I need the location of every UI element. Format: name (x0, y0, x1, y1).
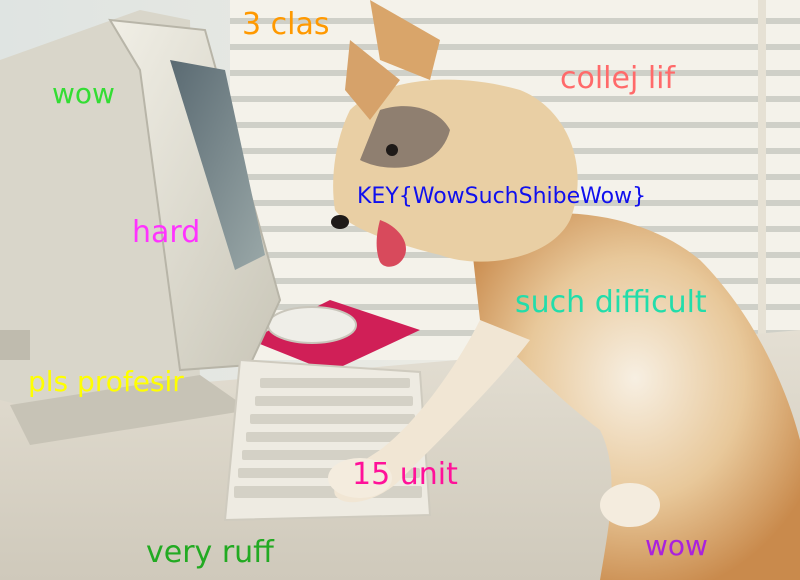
caption-hard: hard (132, 215, 201, 250)
caption-wow-top: wow (52, 77, 115, 110)
caption-15-unit: 15 unit (352, 457, 458, 492)
caption-very-ruff: very ruff (146, 535, 274, 570)
caption-3-clas: 3 clas (242, 7, 330, 42)
caption-pls-profesir: pls profesir (28, 365, 184, 398)
puppy-back-paw (600, 483, 660, 527)
puppy-nose (331, 215, 349, 229)
caption-wow-bottom: wow (645, 529, 708, 562)
computer-mouse (267, 306, 357, 344)
caption-key: KEY{WowSuchShibeWow} (357, 184, 647, 209)
caption-such-difficult: such difficult (515, 285, 707, 320)
puppy-eye (386, 144, 398, 156)
caption-collej-lif: collej lif (560, 61, 676, 96)
